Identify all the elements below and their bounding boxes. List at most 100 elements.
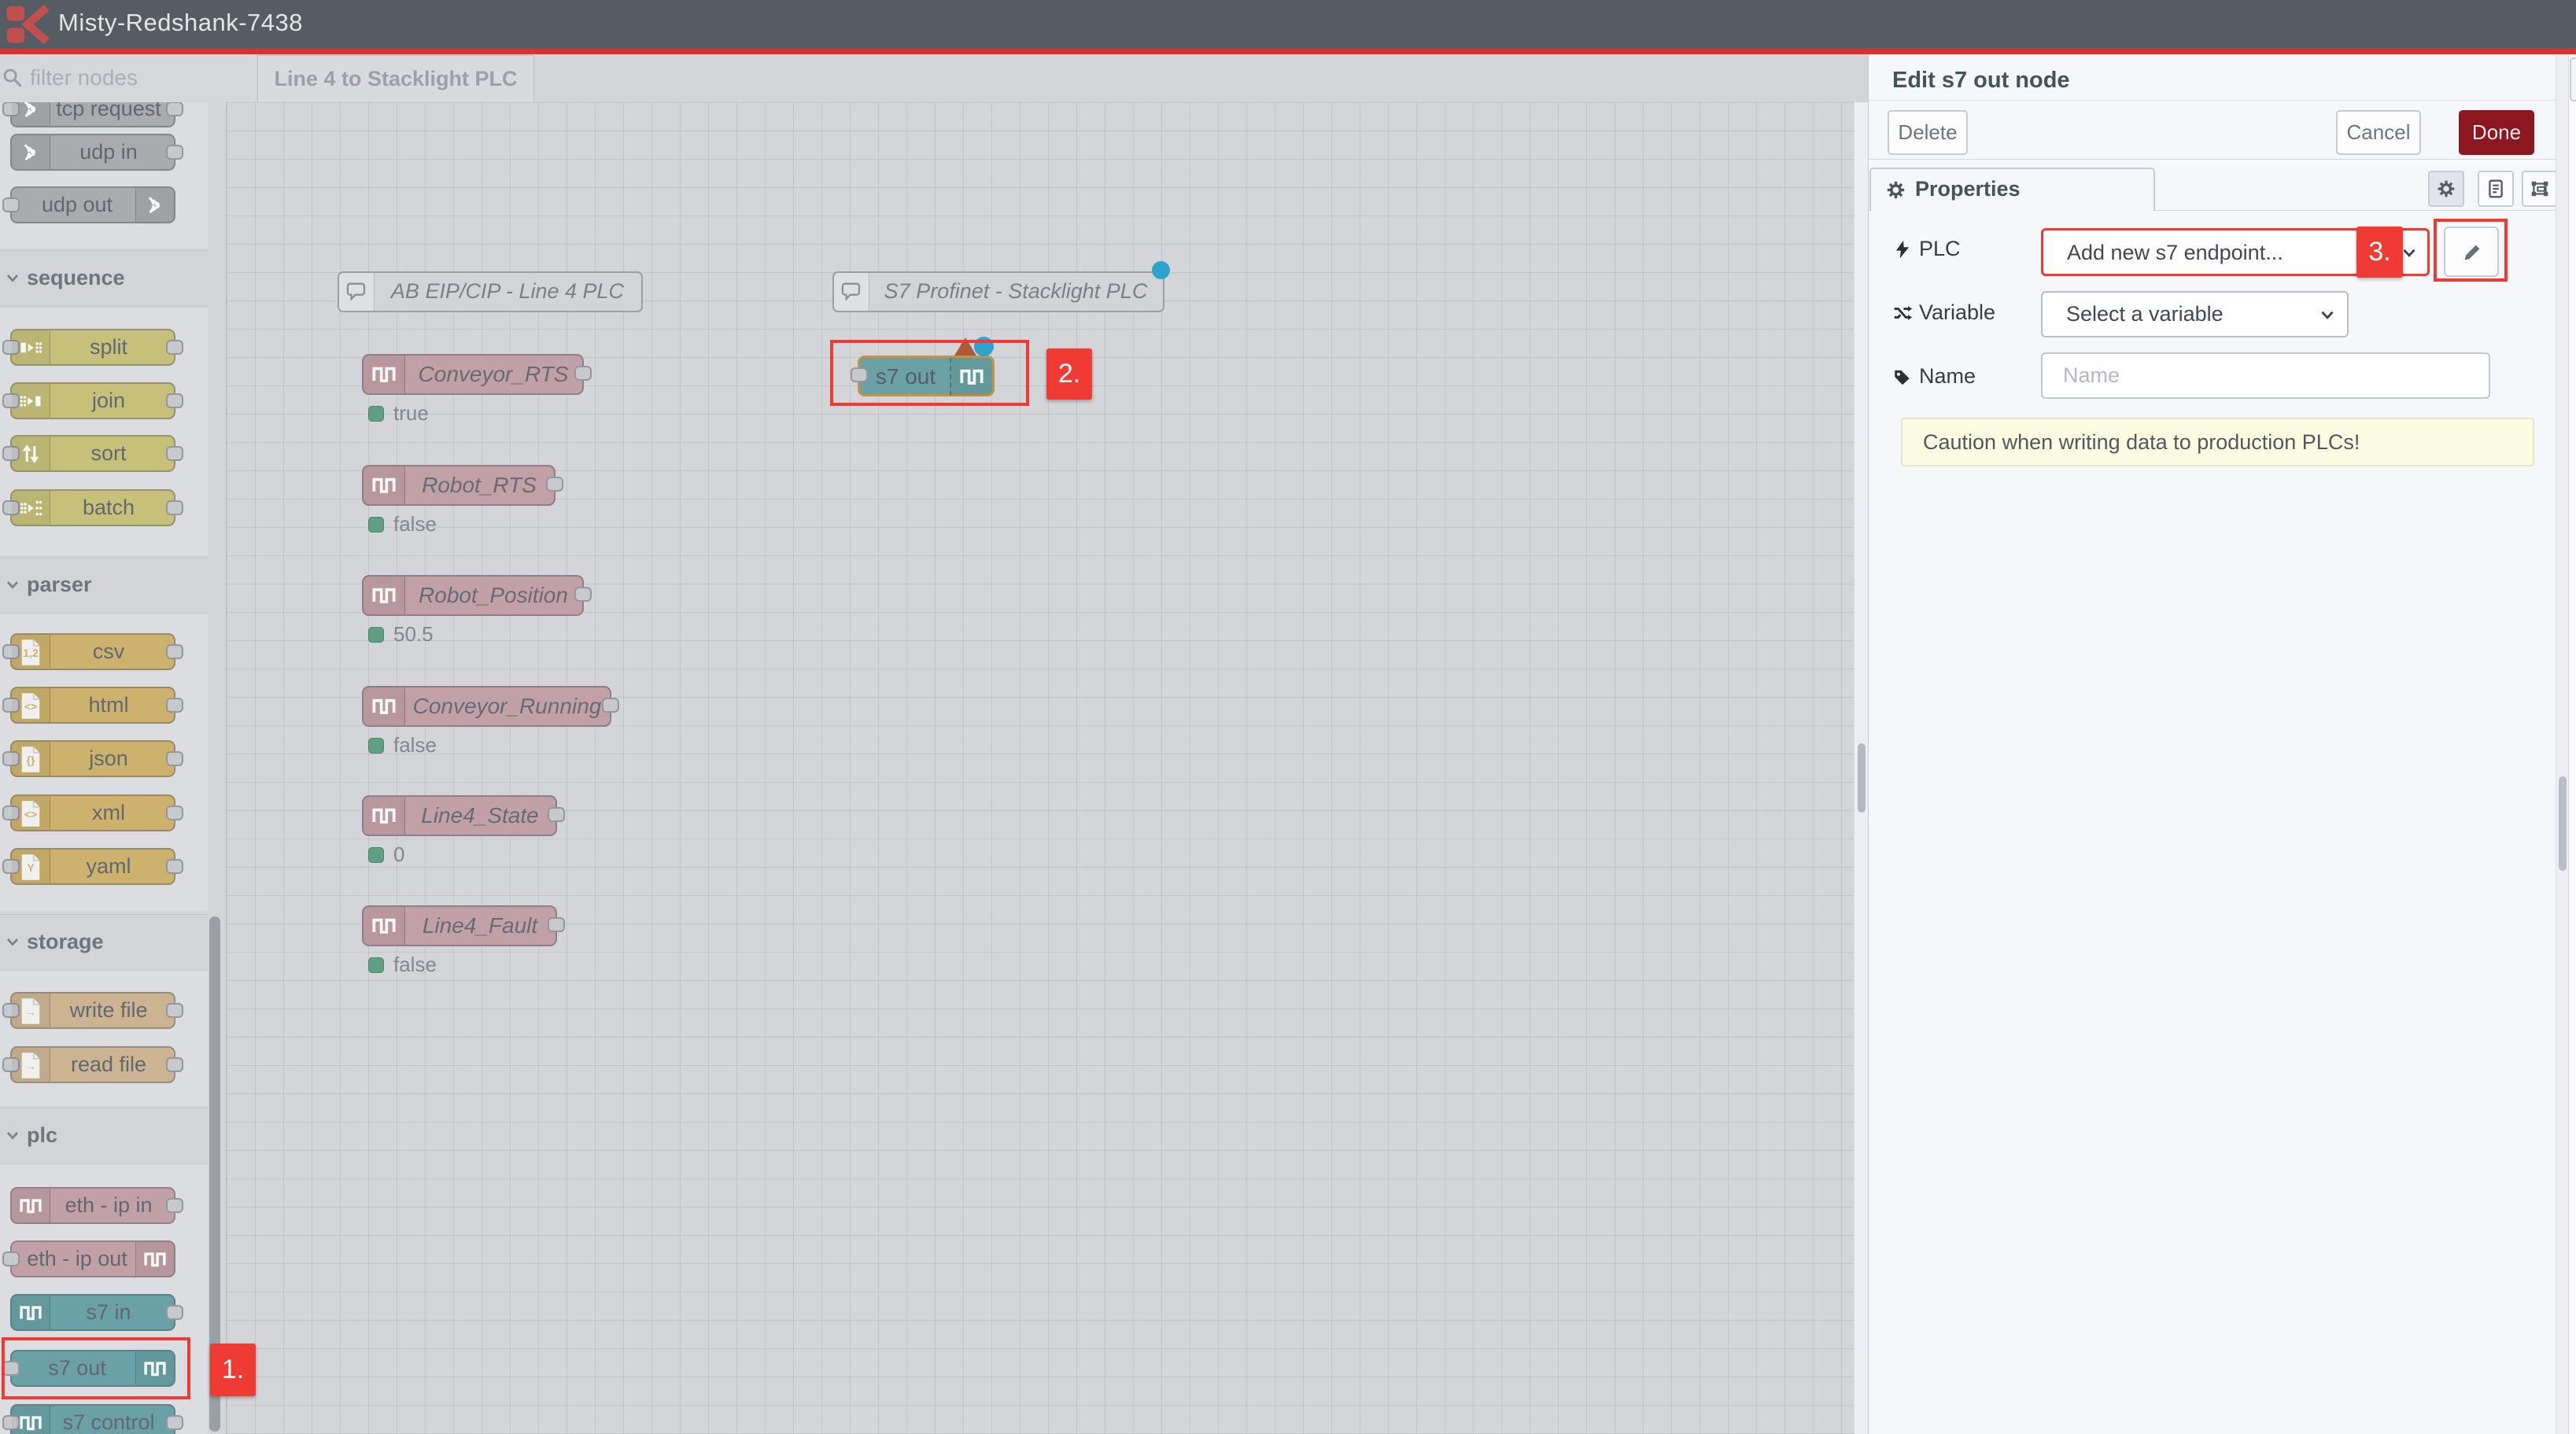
- palette-filter-input[interactable]: filter nodes: [0, 54, 256, 102]
- comment-node-s7-profinet-stacklight-plc[interactable]: S7 Profinet - Stacklight PLC: [832, 271, 1164, 312]
- name-input[interactable]: [2041, 352, 2490, 399]
- flow-node-line4-fault[interactable]: Line4_Fault: [362, 905, 557, 946]
- status-dot: [368, 517, 384, 533]
- edit-panel-title: Edit s7 out node: [1892, 54, 2070, 100]
- name-field-label: Name: [1892, 364, 1976, 389]
- variable-field-label: Variable: [1892, 300, 1995, 325]
- palette-node-split[interactable]: split: [10, 329, 175, 366]
- panel-divider: [1869, 100, 2556, 101]
- node-red-logo: [3, 2, 50, 47]
- canvas-scrollbar-thumb[interactable]: [1858, 743, 1866, 813]
- workspace-title: Misty-Redshank-7438: [58, 0, 303, 49]
- palette-node-xml[interactable]: <>xml: [10, 794, 175, 831]
- tab-properties-label: Properties: [1915, 169, 2021, 209]
- chevdown-icon: [3, 1126, 22, 1145]
- node-icon-region: [364, 577, 405, 614]
- palette-node-eth-ip-in[interactable]: eth - ip in: [10, 1187, 175, 1224]
- node-icon-region: [364, 466, 405, 504]
- palette-node-join[interactable]: join: [10, 382, 175, 419]
- palette-node-batch[interactable]: batch: [10, 489, 175, 526]
- palette-node-label: s7 in: [12, 1296, 174, 1329]
- flow-node-conveyor-rts[interactable]: Conveyor_RTS: [362, 354, 584, 395]
- changed-indicator-dot: [1152, 261, 1170, 279]
- palette-node-json[interactable]: {}json: [10, 740, 175, 777]
- chevdown-icon: [3, 932, 22, 951]
- comment-icon-region: [339, 273, 375, 311]
- speech-icon: [345, 280, 367, 302]
- panel-divider: [1869, 159, 2556, 160]
- shuffle-icon: [1892, 303, 1913, 323]
- app-root: Misty-Redshank-7438 filter nodes Line 4 …: [0, 0, 2576, 1434]
- category-label: sequence: [27, 251, 125, 304]
- gear-icon: [2436, 179, 2456, 199]
- flow-node-label: Robot_RTS: [404, 466, 554, 504]
- annotation-badge-3: 3.: [2356, 227, 2403, 278]
- palette-node-label: csv: [12, 635, 174, 669]
- palette-node-label: tcp request: [12, 102, 174, 126]
- palette-node-s7-control[interactable]: s7 control: [10, 1404, 175, 1434]
- flow-tab[interactable]: Line 4 to Stacklight PLC: [257, 55, 534, 103]
- cancel-button[interactable]: Cancel: [2336, 110, 2421, 155]
- palette-filter-placeholder: filter nodes: [30, 54, 138, 101]
- tab-properties[interactable]: Properties: [1869, 168, 2155, 211]
- node-port-output: [548, 807, 565, 822]
- status-dot: [368, 847, 384, 863]
- status-text: false: [393, 512, 437, 536]
- squarewave-icon: [371, 694, 397, 719]
- annotation-badge-2: 2.: [1046, 348, 1092, 400]
- panel-vertical-scrollbar[interactable]: [2556, 54, 2569, 1434]
- palette-category-storage[interactable]: storage: [0, 914, 208, 971]
- document-icon: [2486, 179, 2506, 199]
- palette-node-yaml[interactable]: Yyaml: [10, 848, 175, 885]
- palette-node-udp-in[interactable]: udp in: [10, 134, 175, 171]
- delete-button[interactable]: Delete: [1888, 110, 1968, 155]
- palette-node-read-file[interactable]: →read file: [10, 1046, 175, 1083]
- done-button[interactable]: Done: [2459, 110, 2534, 155]
- node-palette: tcp request udp in udp out sequence split joi…: [0, 102, 227, 1434]
- comment-node-ab-eip-cip-line-4-plc[interactable]: AB EIP/CIP - Line 4 PLC: [338, 271, 643, 312]
- palette-node-csv[interactable]: 1,2csv: [10, 633, 175, 670]
- topbar: filter nodes Line 4 to Stacklight PLC: [0, 54, 1868, 103]
- annotation-badge-1: 1.: [210, 1344, 256, 1396]
- appearance-view-button[interactable]: [2522, 171, 2558, 207]
- annotation-box-3: [2434, 219, 2508, 282]
- palette-node-udp-out[interactable]: udp out: [10, 186, 175, 223]
- squarewave-icon: [371, 362, 397, 387]
- flow-node-line4-state[interactable]: Line4_State: [362, 795, 557, 836]
- variable-select-value: Select a variable: [2066, 293, 2224, 336]
- palette-node-eth-ip-out[interactable]: eth - ip out: [10, 1240, 175, 1277]
- flow-canvas[interactable]: AB EIP/CIP - Line 4 PLC S7 Profinet - Sta…: [227, 102, 1854, 1434]
- description-view-button[interactable]: [2478, 171, 2514, 207]
- canvas-vertical-scrollbar[interactable]: [1854, 102, 1869, 1434]
- palette-node-label: udp in: [12, 135, 174, 169]
- palette-node-write-file[interactable]: →write file: [10, 992, 175, 1029]
- node-icon-region: [364, 356, 405, 393]
- palette-node-tcp-request[interactable]: tcp request: [10, 102, 175, 127]
- comment-node-label: AB EIP/CIP - Line 4 PLC: [374, 273, 641, 310]
- palette-category-parser[interactable]: parser: [0, 557, 208, 614]
- palette-node-label: s7 control: [12, 1406, 174, 1434]
- variable-select[interactable]: Select a variable: [2041, 291, 2349, 337]
- flow-node-conveyor-running[interactable]: Conveyor_Running: [362, 686, 611, 727]
- palette-node-label: json: [12, 742, 174, 776]
- palette-category-sequence[interactable]: sequence: [0, 250, 208, 307]
- status-text: 50.5: [393, 622, 434, 647]
- properties-view-button[interactable]: [2428, 171, 2464, 207]
- flow-node-robot-rts[interactable]: Robot_RTS: [362, 465, 555, 506]
- status-text: false: [393, 953, 437, 977]
- bolt-icon: [1892, 239, 1913, 260]
- palette-category-plc[interactable]: plc: [0, 1108, 208, 1164]
- node-status: 0: [368, 842, 404, 867]
- panel-scrollbar-thumb[interactable]: [2559, 776, 2567, 871]
- palette-node-sort[interactable]: sort: [10, 435, 175, 472]
- palette-node-html[interactable]: <>html: [10, 687, 175, 724]
- caution-message: Caution when writing data to production …: [1901, 418, 2534, 466]
- gear-icon: [1885, 179, 1906, 201]
- squarewave-icon: [371, 913, 397, 938]
- node-status: true: [368, 401, 429, 426]
- right-edge-strip: [2568, 54, 2576, 1434]
- flow-node-robot-position[interactable]: Robot_Position: [362, 575, 584, 616]
- palette-node-label: eth - ip in: [12, 1189, 174, 1222]
- node-status: false: [368, 512, 437, 536]
- palette-node-s7-in[interactable]: s7 in: [10, 1294, 175, 1331]
